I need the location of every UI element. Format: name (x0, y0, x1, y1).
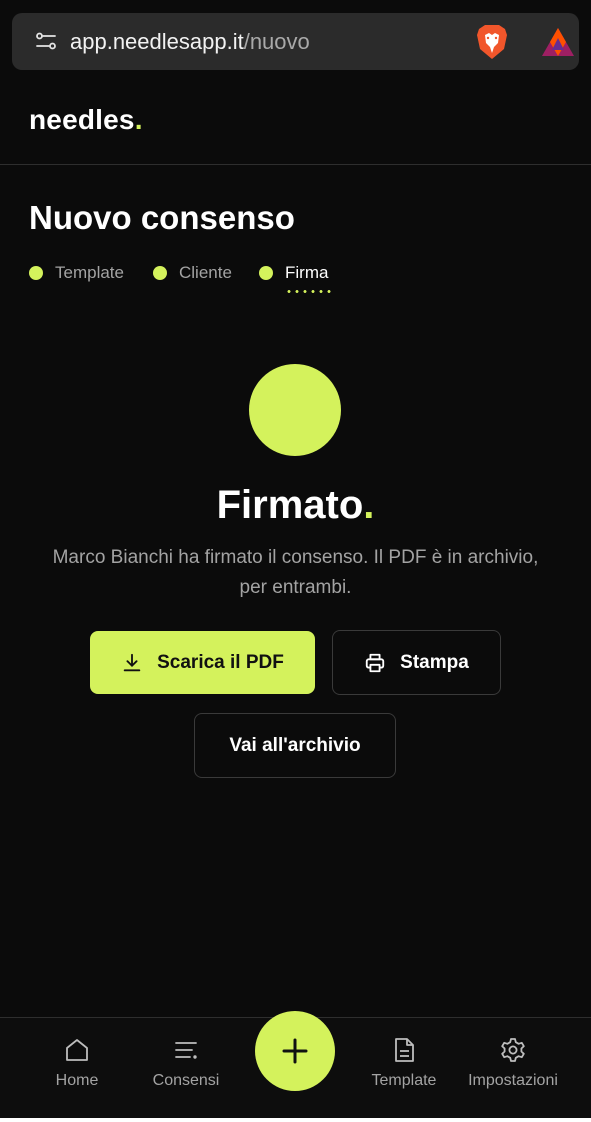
nav-consensi[interactable]: Consensi (146, 1036, 226, 1106)
step-dot-icon (259, 266, 273, 280)
nav-home-label: Home (55, 1072, 99, 1089)
plus-icon (282, 1038, 308, 1064)
printer-icon (366, 653, 385, 672)
brave-lion-icon[interactable] (475, 23, 509, 61)
browser-address-bar[interactable]: app.needlesapp.it/nuovo (12, 13, 579, 70)
archive-label: Vai all'archivio (229, 734, 361, 756)
nav-impostazioni[interactable]: Impostazioni (462, 1036, 564, 1106)
tune-icon[interactable] (34, 29, 58, 53)
go-to-archive-button[interactable]: Vai all'archivio (194, 713, 396, 778)
step-label: Cliente (179, 263, 232, 282)
url-text[interactable]: app.needlesapp.it/nuovo (70, 28, 310, 56)
bat-rewards-icon[interactable] (540, 26, 576, 58)
download-pdf-label: Scarica il PDF (157, 651, 284, 673)
header-divider (0, 164, 591, 165)
list-icon (175, 1042, 197, 1059)
download-icon (123, 653, 141, 671)
step-template: Template (29, 262, 124, 284)
print-button[interactable]: Stampa (332, 630, 501, 695)
download-pdf-button[interactable]: Scarica il PDF (90, 631, 315, 694)
step-firma: Firma (259, 262, 328, 284)
system-bottom-strip (0, 1118, 591, 1122)
success-title-text: Firmato (216, 483, 364, 527)
new-consent-fab[interactable] (255, 1011, 335, 1091)
home-icon (66, 1039, 88, 1061)
document-icon (395, 1038, 414, 1062)
logo-dot: . (134, 104, 143, 135)
nav-impostazioni-label: Impostazioni (468, 1072, 558, 1089)
success-title: Firmato. (0, 483, 591, 528)
success-title-dot: . (363, 483, 375, 527)
nav-template-label: Template (371, 1072, 437, 1089)
step-cliente: Cliente (153, 262, 232, 284)
url-host: app.needlesapp.it (70, 29, 244, 54)
success-circle (249, 364, 341, 456)
app-screen: app.needlesapp.it/nuovo needles. Nuovo c… (0, 0, 591, 1122)
url-path: /nuovo (243, 29, 310, 54)
nav-consensi-label: Consensi (152, 1072, 220, 1089)
page-title: Nuovo consenso (29, 199, 295, 236)
success-description: Marco Bianchi ha firmato il consenso. Il… (52, 547, 539, 598)
nav-home[interactable]: Home (37, 1036, 117, 1106)
step-dot-icon (29, 266, 43, 280)
step-dot-icon (153, 266, 167, 280)
step-label: Template (55, 263, 124, 282)
nav-template[interactable]: Template (364, 1036, 444, 1106)
gear-icon (501, 1038, 525, 1062)
print-label: Stampa (400, 651, 469, 673)
app-logo[interactable]: needles. (29, 104, 143, 136)
step-label: Firma (285, 263, 329, 282)
logo-text: needles (29, 104, 135, 135)
active-step-indicator (285, 290, 331, 293)
